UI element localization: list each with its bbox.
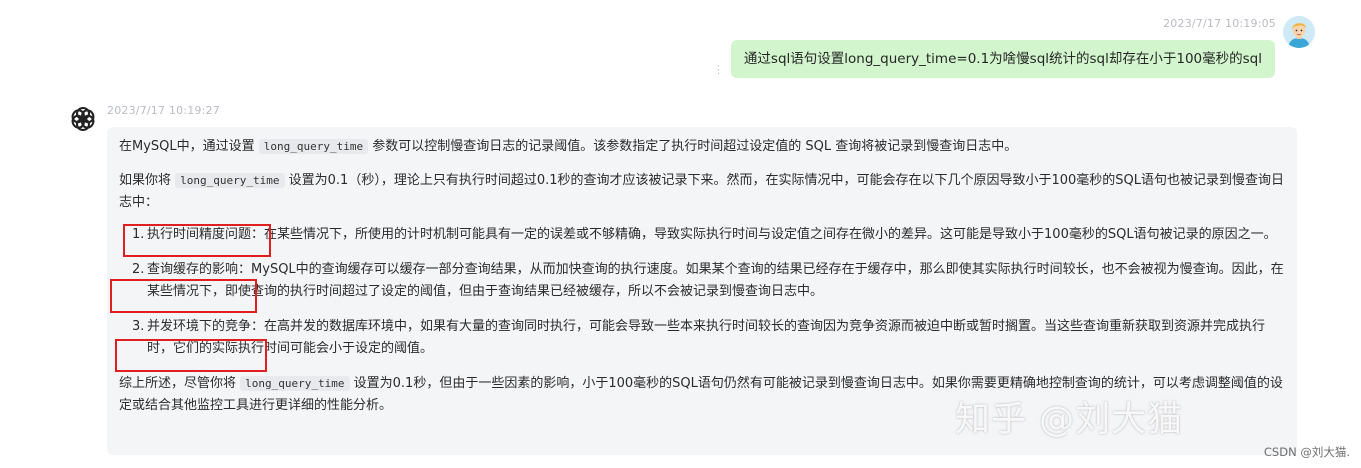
list-item-body: MySQL中的查询缓存可以缓存一部分查询结果，从而加快查询的执行速度。如果某个查… [147, 262, 1284, 299]
inline-code: long_query_time [240, 376, 350, 391]
inline-code: long_query_time [258, 139, 369, 154]
list-item: 3. 并发环境下的竞争：在高并发的数据库环境中，如果有大量的查询同时执行，可能会… [132, 316, 1286, 360]
list-item-body: 在某些情况下，所使用的计时机制可能具有一定的误差或不够精确，导致实际执行时间与设… [264, 227, 1277, 242]
paragraph-text: 综上所述，尽管你将 [119, 376, 237, 391]
paragraph-text: 如果你将 [119, 173, 172, 188]
inline-code: long_query_time [175, 173, 285, 188]
list-item-colon: ： [238, 262, 252, 277]
vertical-ellipsis-icon[interactable]: ⋮ [713, 64, 724, 75]
user-message-bubble: 通过sql语句设置long_query_time=0.1为啥慢sql统计的sql… [730, 40, 1275, 78]
list-item-colon: ： [251, 227, 265, 242]
user-avatar[interactable] [1283, 16, 1315, 48]
list-item-title: 执行时间精度问题 [147, 227, 252, 242]
paragraph-text: 在MySQL中，通过设置 [119, 139, 255, 154]
csdn-watermark: CSDN @刘大猫. [1263, 445, 1350, 459]
list-item-title: 并发环境下的竞争 [147, 319, 252, 334]
list-item-colon: ： [251, 319, 265, 334]
user-avatar-icon [1283, 16, 1315, 48]
list-item-title: 查询缓存的影响 [147, 262, 239, 277]
ai-message-timestamp: 2023/7/17 10:19:27 [107, 104, 220, 117]
list-number: 2. [132, 262, 145, 277]
zhihu-watermark: 知乎 @刘大猫 [955, 400, 1184, 440]
list-item-body: 在高并发的数据库环境中，如果有大量的查询同时执行，可能会导致一些本来执行时间较长… [147, 319, 1266, 356]
paragraph-text: 设置为0.1（秒），理论上只有执行时间超过0.1秒的查询才应该被记录下来。然而，… [119, 173, 1285, 210]
paragraph-text: 参数可以控制慢查询日志的记录阈值。该参数指定了执行时间超过设定值的 SQL 查询… [372, 139, 1018, 154]
answer-paragraph-context: 如果你将 long_query_time 设置为0.1（秒），理论上只有执行时间… [119, 170, 1286, 214]
openai-logo-icon [67, 103, 99, 135]
list-number: 3. [132, 319, 145, 334]
list-item: 1. 执行时间精度问题：在某些情况下，所使用的计时机制可能具有一定的误差或不够精… [132, 224, 1286, 246]
reasons-list: 1. 执行时间精度问题：在某些情况下，所使用的计时机制可能具有一定的误差或不够精… [119, 224, 1286, 360]
list-number: 1. [132, 227, 145, 242]
answer-paragraph-intro: 在MySQL中，通过设置 long_query_time 参数可以控制慢查询日志… [119, 136, 1286, 158]
user-message-timestamp: 2023/7/17 10:19:05 [1163, 17, 1276, 30]
user-message-text: 通过sql语句设置long_query_time=0.1为啥慢sql统计的sql… [743, 51, 1262, 67]
list-item: 2. 查询缓存的影响：MySQL中的查询缓存可以缓存一部分查询结果，从而加快查询… [132, 259, 1286, 303]
